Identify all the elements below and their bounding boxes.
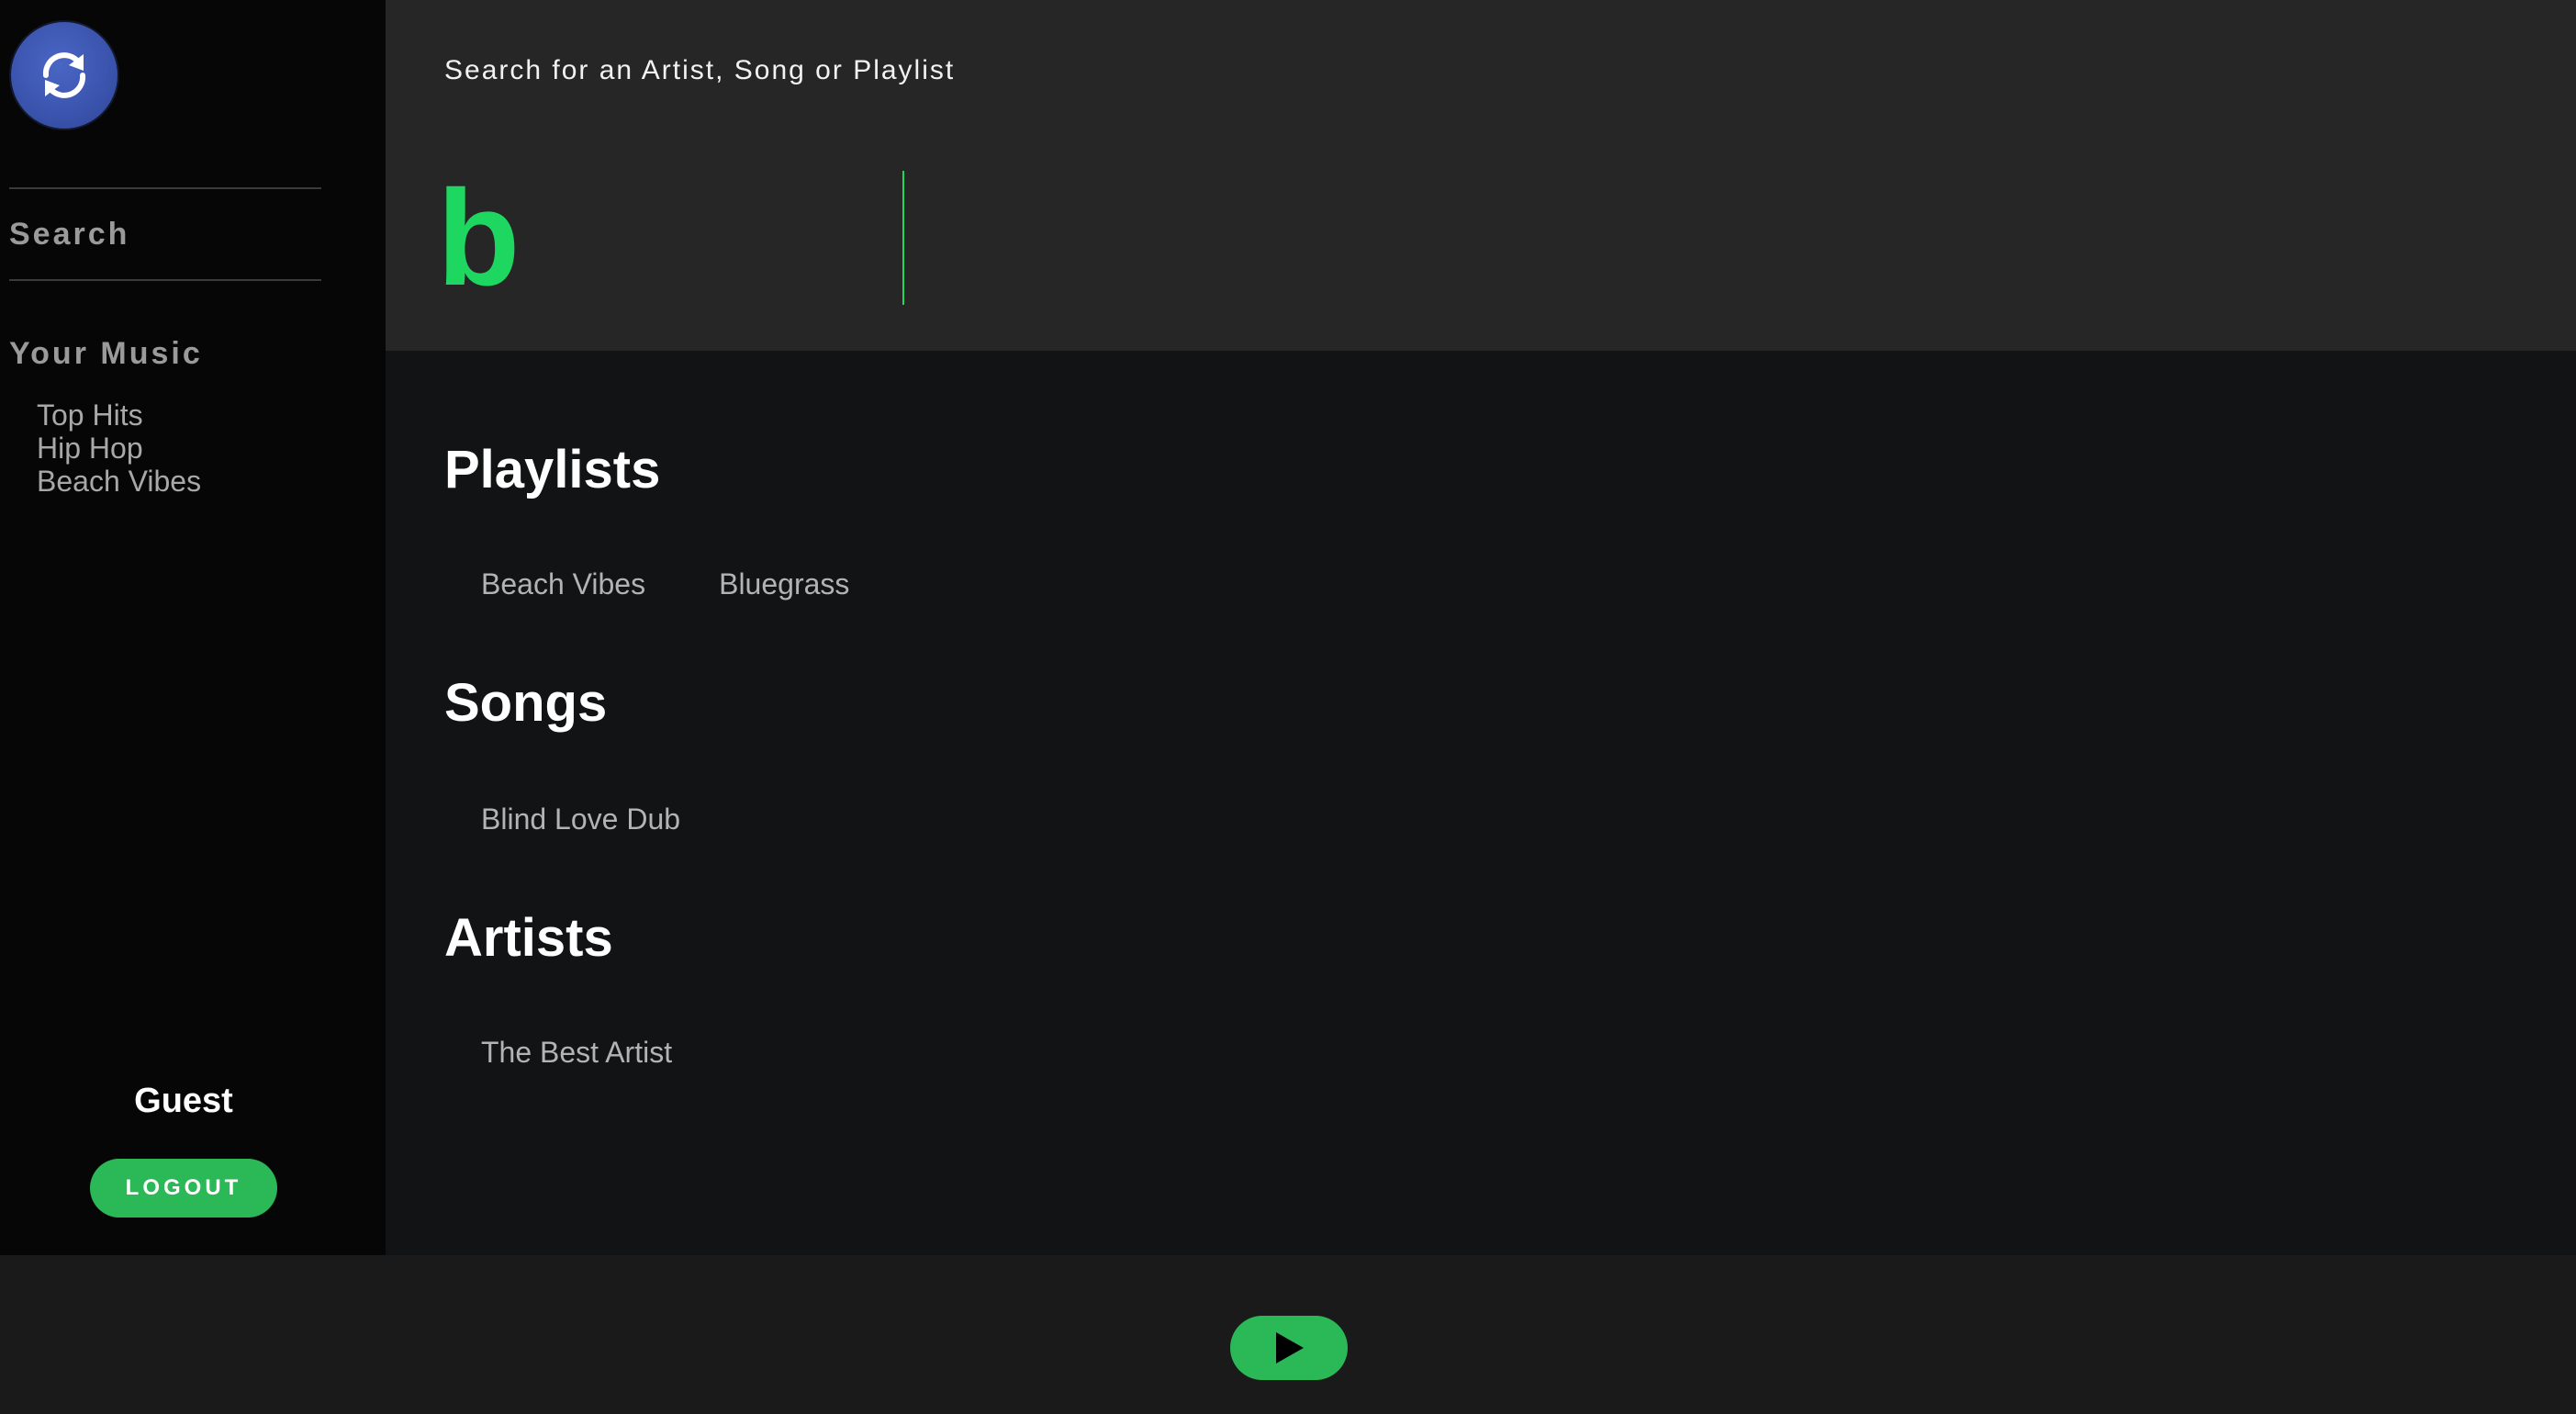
refresh-icon [42, 52, 86, 98]
artists-heading: Artists [444, 908, 613, 968]
sidebar-divider-top [9, 187, 321, 189]
sidebar-item-search[interactable]: Search [9, 217, 129, 252]
playlist-result-item[interactable]: Beach Vibes [481, 567, 645, 601]
user-name: Guest [134, 1082, 233, 1120]
song-result-item[interactable]: Blind Love Dub [481, 802, 680, 836]
player-bar [0, 1255, 2576, 1414]
play-button[interactable] [1230, 1316, 1348, 1380]
sidebar: Search Your Music Top Hits Hip Hop Beach… [0, 0, 386, 1255]
search-header: Search for an Artist, Song or Playlist [386, 0, 2576, 351]
songs-heading: Songs [444, 673, 608, 733]
song-results: Blind Love Dub [481, 802, 680, 836]
app-logo[interactable] [11, 22, 118, 129]
search-label: Search for an Artist, Song or Playlist [444, 55, 956, 85]
artist-result-item[interactable]: The Best Artist [481, 1036, 672, 1070]
search-input[interactable] [437, 165, 1722, 312]
playlists-heading: Playlists [444, 440, 661, 499]
search-results: Playlists Beach Vibes Bluegrass Songs Bl… [386, 351, 2576, 1255]
play-icon [1276, 1332, 1304, 1364]
artist-results: The Best Artist [481, 1036, 672, 1070]
app-window: Search Your Music Top Hits Hip Hop Beach… [0, 0, 2576, 1414]
sidebar-item-playlist[interactable]: Beach Vibes [37, 465, 201, 498]
sidebar-divider-bottom [9, 279, 321, 281]
playlist-results: Beach Vibes Bluegrass [481, 567, 849, 601]
playlist-result-item[interactable]: Bluegrass [719, 567, 849, 601]
logout-button[interactable]: LOGOUT [90, 1159, 277, 1218]
text-cursor [902, 171, 904, 305]
sidebar-item-playlist[interactable]: Top Hits [37, 398, 201, 432]
your-music-heading: Your Music [9, 336, 203, 371]
sidebar-item-playlist[interactable]: Hip Hop [37, 432, 201, 465]
sidebar-playlist-list: Top Hits Hip Hop Beach Vibes [37, 398, 201, 498]
